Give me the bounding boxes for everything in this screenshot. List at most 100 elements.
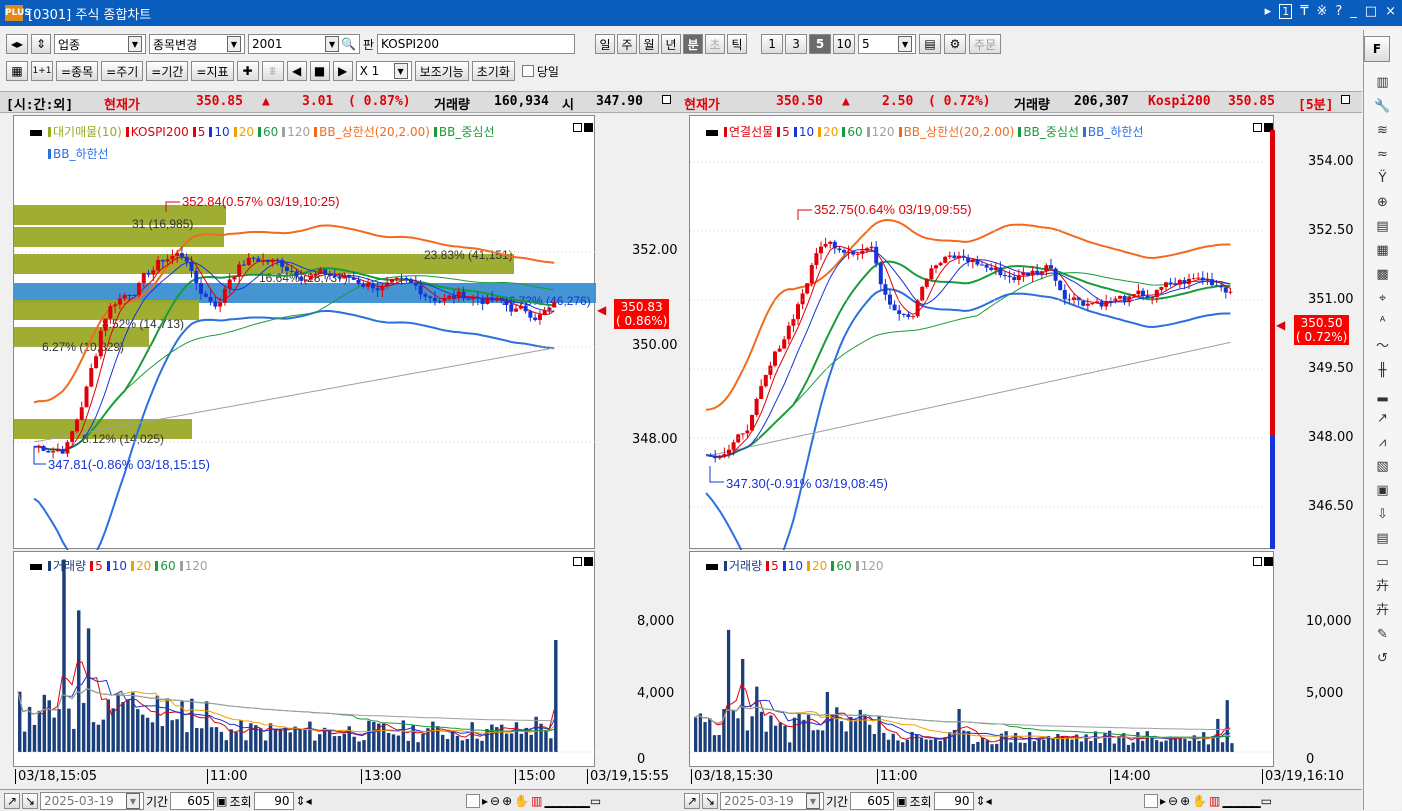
minimize-icon[interactable]: _ bbox=[1350, 4, 1357, 19]
query-button[interactable]: 조회 bbox=[229, 793, 251, 810]
layout-icon[interactable]: ▭ bbox=[590, 794, 601, 808]
maximize-icon[interactable]: □ bbox=[1365, 4, 1377, 19]
right-price-canvas[interactable]: 352.75(0.64% 03/19,09:55) 347.30(-0.91% 0… bbox=[690, 116, 1275, 550]
play-icon[interactable]: ▶ bbox=[332, 61, 353, 81]
chart-toggle-icon[interactable]: ↘ bbox=[702, 793, 718, 809]
period-button-1[interactable]: 주 bbox=[617, 34, 638, 54]
grid-icon[interactable]: ▧ bbox=[1372, 456, 1394, 478]
period-button-4[interactable]: 분 bbox=[683, 34, 704, 54]
maximize-icon[interactable] bbox=[573, 123, 582, 132]
search-icon[interactable]: 🔍 bbox=[341, 37, 356, 51]
left-volume-canvas[interactable] bbox=[14, 552, 596, 768]
updown-button[interactable]: ⇕ bbox=[31, 34, 51, 54]
close-icon[interactable] bbox=[1264, 557, 1273, 566]
indicator-button[interactable]: =지표 bbox=[191, 61, 234, 81]
count-input[interactable]: 605 bbox=[850, 792, 895, 810]
edit-icon[interactable]: ✎ bbox=[1372, 624, 1394, 646]
help-icon[interactable]: ? bbox=[1335, 4, 1342, 19]
count-input[interactable]: 605 bbox=[170, 792, 215, 810]
scale-icon[interactable]: ▁▁▁▁▁▁ bbox=[544, 794, 589, 808]
next-icon[interactable]: ▸ bbox=[1160, 794, 1166, 808]
compare-icon[interactable]: Ÿ bbox=[1372, 168, 1394, 190]
view-input[interactable]: 90 bbox=[253, 792, 294, 810]
hand-icon[interactable]: ✋ bbox=[1192, 794, 1207, 808]
left-price-chart[interactable]: 31 (16,985) 23.83% (41,151) 16.64% (28,737… bbox=[13, 115, 596, 550]
legend-handle-icon[interactable] bbox=[706, 564, 718, 570]
zoom-icon[interactable]: ⊕ bbox=[1372, 192, 1394, 214]
today-checkbox[interactable] bbox=[521, 65, 534, 77]
zoom-out-icon[interactable]: ⊖ bbox=[490, 794, 500, 808]
query-button[interactable]: 조회 bbox=[909, 793, 931, 810]
multiplier-select[interactable]: X 1 ▼ bbox=[355, 61, 412, 81]
period-button-0[interactable]: 일 bbox=[595, 34, 616, 54]
right-volume-chart[interactable]: 거래량 5 10 20 60 120 bbox=[689, 551, 1274, 767]
auto-icon[interactable]: ᴬ bbox=[1372, 312, 1394, 334]
chevron-down-icon[interactable]: ▼ bbox=[806, 793, 820, 809]
zoom-out-icon[interactable]: ⊖ bbox=[1168, 794, 1178, 808]
query-icon[interactable]: ▣ bbox=[896, 794, 907, 808]
list-icon[interactable]: ▤ bbox=[1372, 216, 1394, 238]
stock-change-select[interactable]: 종목변경 ▼ bbox=[149, 34, 245, 54]
spin-icon[interactable]: ⇕◂ bbox=[976, 794, 992, 808]
legend-handle-icon[interactable] bbox=[30, 130, 42, 136]
signal-icon[interactable]: ↗ bbox=[1372, 408, 1394, 430]
candle-icon[interactable]: ╫ bbox=[1372, 360, 1394, 382]
line-icon[interactable]: ⩘ bbox=[1372, 432, 1394, 454]
price-icon[interactable]: ≋ bbox=[1372, 120, 1394, 142]
period-button-5[interactable]: 초 bbox=[705, 34, 726, 54]
grid-icon[interactable]: ▦ bbox=[6, 61, 28, 81]
legend-handle-icon[interactable] bbox=[706, 130, 718, 136]
view-input[interactable]: 90 bbox=[933, 792, 974, 810]
download-icon[interactable]: ⇩ bbox=[1372, 504, 1394, 526]
bar-icon[interactable]: ▂ bbox=[1372, 384, 1394, 406]
spin-icon[interactable]: ⇕◂ bbox=[296, 794, 312, 808]
star-icon[interactable]: ※ bbox=[1316, 4, 1327, 19]
next-icon[interactable]: ▸ bbox=[482, 794, 488, 808]
order-button[interactable]: 주문 bbox=[969, 34, 1002, 54]
order-icon[interactable]: 卉 bbox=[1372, 576, 1394, 598]
chevron-down-icon[interactable]: ▼ bbox=[898, 36, 913, 52]
interval-button-3[interactable]: 3 bbox=[785, 34, 808, 54]
wrench-icon[interactable]: 🔧 bbox=[1372, 96, 1394, 118]
range-button[interactable]: =기간 bbox=[146, 61, 189, 81]
bars-icon[interactable]: ▥ bbox=[531, 794, 542, 808]
chart-toggle-icon[interactable]: ↗ bbox=[684, 793, 700, 809]
close-icon[interactable] bbox=[584, 557, 593, 566]
period-button-2[interactable]: 월 bbox=[639, 34, 660, 54]
interval-button-5[interactable]: 5 bbox=[809, 34, 832, 54]
chevron-down-icon[interactable]: ▼ bbox=[126, 793, 140, 809]
refresh-icon[interactable]: ↺ bbox=[1372, 648, 1394, 670]
ruler-icon[interactable]: ⩩ bbox=[261, 61, 284, 81]
chevron-down-icon[interactable]: ▼ bbox=[325, 36, 340, 52]
crosshair-icon[interactable]: ✚ bbox=[236, 61, 259, 81]
item-button[interactable]: =종목 bbox=[56, 61, 99, 81]
chart-toggle-icon[interactable]: ↘ bbox=[22, 793, 38, 809]
code-input[interactable]: 2001 ▼ 🔍 bbox=[248, 34, 360, 54]
zoom-in-icon[interactable]: ⊕ bbox=[502, 794, 512, 808]
panel-toggle-icon[interactable] bbox=[662, 95, 671, 104]
period-button-6[interactable]: 틱 bbox=[727, 34, 748, 54]
chevron-down-icon[interactable]: ▼ bbox=[227, 36, 241, 52]
layout-icon[interactable]: ▭ bbox=[1261, 794, 1272, 808]
order2-icon[interactable]: 卉 bbox=[1372, 600, 1394, 622]
left-volume-chart[interactable]: 거래량 5 10 20 60 120 bbox=[13, 551, 596, 768]
crosshair-icon[interactable]: ⌖ bbox=[1372, 288, 1394, 310]
chevron-down-icon[interactable]: ▼ bbox=[128, 36, 142, 52]
scale-icon[interactable]: ▁▁▁▁▁ bbox=[1222, 794, 1260, 808]
trend-icon[interactable]: 〜 bbox=[1372, 336, 1394, 358]
gear-icon[interactable]: ⚙ bbox=[944, 34, 967, 54]
arrow-icon[interactable]: ▸ bbox=[1265, 4, 1272, 19]
zoom-in-icon[interactable]: ⊕ bbox=[1180, 794, 1190, 808]
search-doc-icon[interactable]: ▦ bbox=[1372, 240, 1394, 262]
name-field[interactable]: KOSPI200 bbox=[377, 34, 576, 54]
stop-icon[interactable]: ■ bbox=[309, 61, 330, 81]
maximize-icon[interactable] bbox=[573, 557, 582, 566]
close-icon[interactable]: × bbox=[1385, 4, 1396, 19]
date-select[interactable]: 2025-03-19 ▼ bbox=[720, 792, 824, 810]
right-price-chart[interactable]: 352.75(0.64% 03/19,09:55) 347.30(-0.91% 0… bbox=[689, 115, 1275, 550]
window-icon[interactable]: ▣ bbox=[1372, 480, 1394, 502]
chevron-down-icon[interactable]: ▼ bbox=[393, 63, 408, 79]
interval-button-1[interactable]: 1 bbox=[761, 34, 784, 54]
layout-icon[interactable]: 1+1 bbox=[31, 61, 53, 81]
f-button[interactable]: F bbox=[1364, 36, 1390, 62]
